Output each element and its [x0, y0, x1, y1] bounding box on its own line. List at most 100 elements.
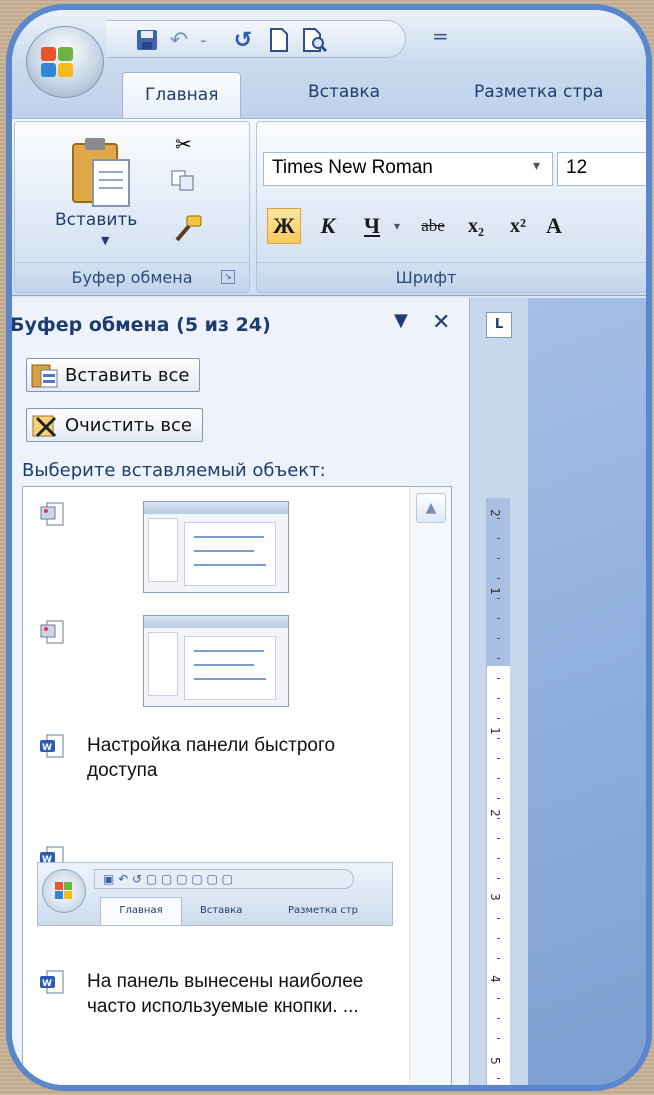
svg-text:W: W [42, 979, 52, 989]
ruler-number: 4 [487, 975, 502, 983]
underline-button[interactable]: Ч [355, 208, 389, 244]
ribbon-tabs: Главная Вставка Разметка стра [12, 68, 646, 120]
pane-title: Буфер обмена (5 из 24) [10, 314, 271, 336]
tab-selector-button[interactable]: L [486, 312, 512, 338]
paste-all-button[interactable]: Вставить все [26, 358, 201, 392]
ruler-tick [497, 778, 500, 779]
ruler-tick [497, 978, 500, 979]
word-clip-icon: W [39, 969, 65, 995]
bold-button[interactable]: Ж [267, 208, 301, 244]
ruler-tick [497, 858, 500, 859]
new-document-icon[interactable] [266, 28, 292, 52]
clipboard-item-text-1[interactable]: W Настройка панели быстрого доступа [23, 727, 408, 827]
ruler-tick [497, 698, 500, 699]
close-icon[interactable]: ✕ [432, 310, 450, 335]
office-button[interactable] [26, 26, 104, 98]
clear-all-icon [31, 412, 59, 438]
office-button-mini [42, 869, 86, 913]
font-case-button[interactable]: A [537, 208, 571, 244]
ruler-tick [497, 578, 500, 579]
ruler-tick [497, 898, 500, 899]
clipboard-group-title: Буфер обмена [71, 268, 193, 287]
subscript-button[interactable]: x₂ [459, 208, 493, 244]
ribbon: Вставить ▼ ✂ Буфер обмена ↘ Times New Ro… [12, 118, 646, 296]
customize-qat-icon[interactable]: = [432, 24, 449, 48]
strikethrough-button[interactable]: abe [409, 208, 457, 244]
ruler-tick [497, 1058, 500, 1059]
ruler-tick [497, 998, 500, 999]
ruler-tick [497, 518, 500, 519]
ruler-tick [497, 878, 500, 879]
clipboard-item-image-2[interactable] [23, 605, 408, 715]
ruler-number: 1 [487, 727, 502, 735]
superscript-button[interactable]: x² [501, 208, 535, 244]
ruler-number: 1 [487, 587, 502, 595]
mini-tab-home: Главная [100, 897, 182, 925]
font-group-title: Шрифт [395, 268, 457, 287]
ruler-tick [497, 738, 500, 739]
list-scrollbar[interactable]: ▲ [409, 487, 451, 1085]
ruler-tick [497, 818, 500, 819]
paste-dropdown-icon[interactable]: ▼ [101, 234, 109, 247]
ruler-tick [497, 538, 500, 539]
pane-title-text: Буфер обмена [10, 314, 170, 336]
cut-icon[interactable]: ✂ [175, 132, 192, 156]
paste-icon[interactable] [69, 136, 133, 210]
ruler-tick [497, 1038, 500, 1039]
tab-home[interactable]: Главная [122, 72, 242, 120]
underline-dropdown-icon[interactable]: ▾ [389, 208, 405, 244]
ruler-tick [497, 798, 500, 799]
clipboard-item-text: Настройка панели быстрого доступа [87, 735, 336, 781]
ruler-tick [497, 598, 500, 599]
ruler-number: 3 [487, 893, 502, 901]
scroll-up-icon[interactable]: ▲ [416, 493, 446, 523]
clipboard-image-thumbnail [143, 615, 289, 707]
choose-item-label: Выберите вставляемый объект: [22, 460, 326, 481]
clipboard-item-text-2[interactable]: W На панель вынесены наиболее часто испо… [23, 965, 408, 1085]
clipboard-item-text: На панель вынесены наиболее часто исполь… [87, 971, 364, 1017]
pane-options-icon[interactable]: ▼ [394, 310, 408, 331]
clipboard-group-label: Буфер обмена [15, 262, 249, 292]
clipboard-dialog-launcher-icon[interactable]: ↘ [221, 270, 235, 284]
mini-qat-bar: ▣ ↶ ↺ ▢ ▢ ▢ ▢ ▢ ▢ [94, 869, 354, 889]
font-name-dropdown-icon[interactable]: ▾ [533, 158, 540, 174]
ruler-tick [497, 678, 500, 679]
office-logo-icon [41, 47, 75, 79]
redo-icon[interactable]: ↺ [230, 28, 256, 53]
font-size-field[interactable]: 12 [557, 152, 646, 186]
paste-all-icon [31, 362, 59, 388]
mini-tab-layout: Разметка стр [288, 905, 359, 916]
ruler-tick [497, 718, 500, 719]
print-preview-icon[interactable] [302, 28, 328, 52]
tab-page-layout[interactable]: Разметка стра [474, 82, 603, 102]
save-icon[interactable] [134, 28, 160, 52]
paste-all-label: Вставить все [65, 364, 190, 386]
ruler-tick [497, 958, 500, 959]
font-name-field[interactable]: Times New Roman [263, 152, 553, 186]
clipboard-group: Вставить ▼ ✂ Буфер обмена ↘ [14, 121, 250, 293]
ruler-tick [497, 1078, 500, 1079]
image-clip-icon [39, 619, 65, 645]
ruler-tick [497, 758, 500, 759]
document-area[interactable] [528, 298, 646, 1085]
italic-button[interactable]: К [311, 208, 345, 244]
ruler-tick [497, 918, 500, 919]
window-frame: ↶ - ↺ = Главная Вставка Разметка стра Вс… [6, 4, 652, 1091]
paste-button-label[interactable]: Вставить [55, 210, 137, 230]
clipboard-item-image-1[interactable] [23, 487, 408, 597]
undo-dropdown-icon[interactable]: - [200, 30, 207, 51]
copy-icon[interactable] [171, 170, 195, 197]
undo-icon[interactable]: ↶ [166, 28, 192, 53]
ruler-strip: 2 1 1 2 3 4 5 [486, 498, 510, 1085]
ruler-tick [497, 638, 500, 639]
ruler-tick [497, 658, 500, 659]
word-clip-icon: W [39, 733, 65, 759]
format-painter-icon[interactable] [173, 214, 203, 247]
vertical-ruler: L 2 1 1 2 3 4 5 [470, 298, 528, 1085]
clear-all-button[interactable]: Очистить все [26, 408, 203, 442]
font-group-label: Шрифт [257, 262, 646, 292]
clipboard-image-thumbnail [143, 501, 289, 593]
pane-item-count: (5 из 24) [176, 314, 271, 336]
tab-insert[interactable]: Вставка [308, 82, 380, 102]
qat-screenshot-thumbnail: ▣ ↶ ↺ ▢ ▢ ▢ ▢ ▢ ▢ Главная Вставка Размет… [37, 862, 393, 926]
